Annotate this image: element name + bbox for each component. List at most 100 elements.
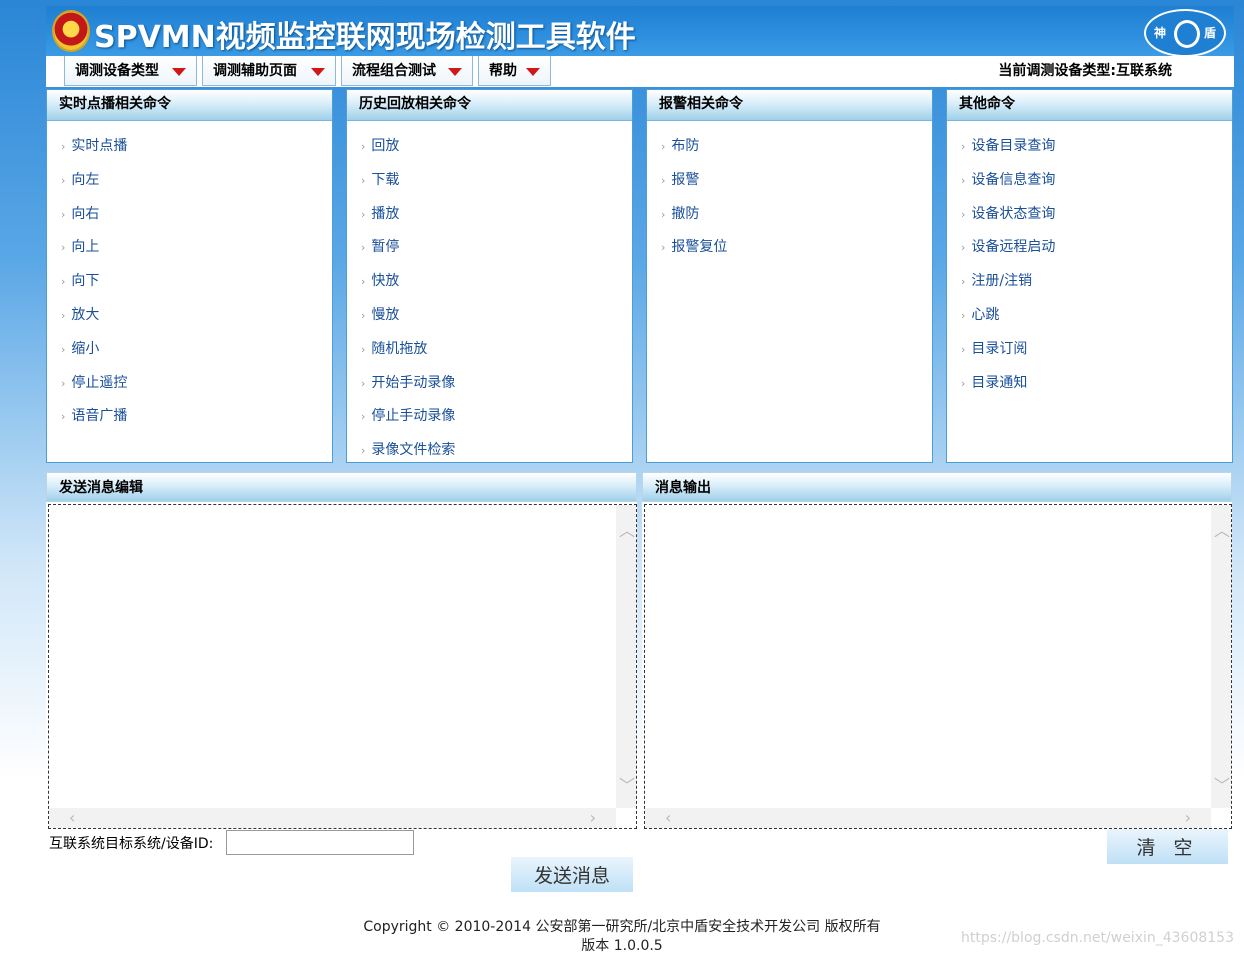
menu-flow-test[interactable]: 流程组合测试 xyxy=(341,56,473,86)
chevron-right-icon: › xyxy=(961,241,966,255)
command-item[interactable]: › 向右 xyxy=(61,203,332,237)
command-label: 设备状态查询 xyxy=(971,205,1056,222)
target-id-input[interactable] xyxy=(226,830,414,855)
output-panel: 消息输出 ︿ ﹀ ‹ › xyxy=(642,472,1232,829)
output-textarea[interactable]: ︿ ﹀ ‹ › xyxy=(644,504,1232,829)
app-header: SPVMN视频监控联网现场检测工具软件 神 盾 xyxy=(46,6,1234,57)
scroll-down-icon[interactable]: ﹀ xyxy=(1214,772,1230,796)
send-editor-panel: 发送消息编辑 ︿ ﹀ ‹ › xyxy=(46,472,637,829)
command-item[interactable]: › 设备信息查询 xyxy=(961,169,1232,203)
panel-title: 其他命令 xyxy=(947,90,1232,121)
panel-title: 报警相关命令 xyxy=(647,90,932,121)
scroll-up-icon[interactable]: ︿ xyxy=(1214,517,1230,541)
chevron-right-icon: › xyxy=(961,207,966,221)
scroll-down-icon[interactable]: ﹀ xyxy=(619,772,635,796)
command-label: 放大 xyxy=(71,306,100,323)
command-list: › 实时点播 › 向左 › 向右 › 向上 › 向下 › 放大 › 缩小 › 停止遥控 › 语音广… xyxy=(47,121,332,439)
logo-text-left: 神 xyxy=(1154,26,1167,40)
chevron-right-icon: › xyxy=(361,308,366,322)
command-item[interactable]: › 布防 xyxy=(661,135,932,169)
command-item[interactable]: › 向左 xyxy=(61,169,332,203)
command-item[interactable]: › 随机拖放 xyxy=(361,338,632,372)
scroll-left-icon[interactable]: ‹ xyxy=(665,808,671,827)
command-label: 心跳 xyxy=(971,306,1000,323)
chevron-right-icon: › xyxy=(961,140,966,153)
command-item[interactable]: › 撤防 xyxy=(661,203,932,237)
command-item[interactable]: › 目录通知 xyxy=(961,372,1232,406)
menu-bar: 调测设备类型 调测辅助页面 流程组合测试 帮助 当前调测设备类型:互联系统 xyxy=(46,56,1234,87)
scroll-right-icon[interactable]: › xyxy=(590,808,596,827)
chevron-right-icon: › xyxy=(661,173,666,187)
clear-button[interactable]: 清空 xyxy=(1107,829,1228,864)
command-item[interactable]: › 设备远程启动 xyxy=(961,236,1232,270)
command-label: 快放 xyxy=(371,273,400,290)
vertical-scrollbar[interactable]: ︿ ﹀ xyxy=(1211,505,1231,808)
command-item[interactable]: › 快放 xyxy=(361,270,632,304)
command-item[interactable]: › 下载 xyxy=(361,169,632,203)
panel-title: 实时点播相关命令 xyxy=(47,90,332,121)
command-item[interactable]: › 慢放 xyxy=(361,304,632,338)
chevron-right-icon: › xyxy=(361,376,366,390)
command-item[interactable]: › 目录订阅 xyxy=(961,338,1232,372)
command-item[interactable]: › 报警复位 xyxy=(661,236,932,270)
command-item[interactable]: › 实时点播 xyxy=(61,135,332,169)
command-item[interactable]: › 录像文件检索 xyxy=(361,439,632,473)
command-item[interactable]: › 报警 xyxy=(661,169,932,203)
command-item[interactable]: › 放大 xyxy=(61,304,332,338)
menu-label: 帮助 xyxy=(489,63,517,79)
chevron-right-icon: › xyxy=(61,376,66,390)
chevron-right-icon: › xyxy=(961,342,966,356)
command-item[interactable]: › 播放 xyxy=(361,203,632,237)
command-label: 设备信息查询 xyxy=(971,171,1056,188)
chevron-right-icon: › xyxy=(961,308,966,322)
command-item[interactable]: › 停止手动录像 xyxy=(361,405,632,439)
chevron-right-icon: › xyxy=(61,342,66,356)
command-item[interactable]: › 开始手动录像 xyxy=(361,372,632,406)
chevron-right-icon: › xyxy=(661,241,666,255)
chevron-right-icon: › xyxy=(661,140,666,153)
send-message-button[interactable]: 发送消息 xyxy=(511,857,633,892)
send-message-textarea[interactable]: ︿ ﹀ ‹ › xyxy=(48,504,637,829)
menu-help[interactable]: 帮助 xyxy=(478,56,551,86)
vertical-scrollbar[interactable]: ︿ ﹀ xyxy=(616,505,636,808)
menu-label: 流程组合测试 xyxy=(352,63,436,79)
chevron-right-icon: › xyxy=(361,444,366,458)
chevron-right-icon: › xyxy=(361,275,366,289)
command-item[interactable]: › 缩小 xyxy=(61,338,332,372)
chevron-right-icon: › xyxy=(961,376,966,390)
command-label: 语音广播 xyxy=(71,408,128,425)
command-item[interactable]: › 暂停 xyxy=(361,236,632,270)
send-editor-title: 发送消息编辑 xyxy=(46,472,637,502)
command-label: 设备远程启动 xyxy=(971,239,1056,256)
command-label: 向上 xyxy=(71,239,100,256)
command-item[interactable]: › 向上 xyxy=(61,236,332,270)
command-label: 目录订阅 xyxy=(971,340,1028,357)
command-item[interactable]: › 回放 xyxy=(361,135,632,169)
scroll-up-icon[interactable]: ︿ xyxy=(619,517,635,541)
command-item[interactable]: › 停止遥控 xyxy=(61,372,332,406)
panel-playback: 历史回放相关命令 › 回放 › 下载 › 播放 › 暂停 › 快放 › 慢放 › 随机拖放 ›… xyxy=(346,89,633,463)
command-label: 报警复位 xyxy=(671,239,728,256)
command-item[interactable]: › 注册/注销 xyxy=(961,270,1232,304)
horizontal-scrollbar[interactable]: ‹ › xyxy=(49,808,616,828)
command-label: 报警 xyxy=(671,171,700,188)
command-label: 录像文件检索 xyxy=(371,442,456,459)
command-item[interactable]: › 语音广播 xyxy=(61,405,332,439)
horizontal-scrollbar[interactable]: ‹ › xyxy=(645,808,1211,828)
command-label: 暂停 xyxy=(371,239,400,256)
scroll-left-icon[interactable]: ‹ xyxy=(69,808,75,827)
chevron-right-icon: › xyxy=(361,410,366,424)
command-item[interactable]: › 设备目录查询 xyxy=(961,135,1232,169)
command-label: 随机拖放 xyxy=(371,340,428,357)
panel-realtime: 实时点播相关命令 › 实时点播 › 向左 › 向右 › 向上 › 向下 › 放大 › 缩小 ›… xyxy=(46,89,333,463)
command-item[interactable]: › 设备状态查询 xyxy=(961,203,1232,237)
command-item[interactable]: › 心跳 xyxy=(961,304,1232,338)
chevron-right-icon: › xyxy=(661,207,666,221)
command-label: 下载 xyxy=(371,171,400,188)
chevron-right-icon: › xyxy=(61,140,66,153)
menu-device-type[interactable]: 调测设备类型 xyxy=(64,56,197,86)
scroll-right-icon[interactable]: › xyxy=(1185,808,1191,827)
menu-assist-pages[interactable]: 调测辅助页面 xyxy=(202,56,336,86)
command-label: 缩小 xyxy=(71,340,100,357)
command-item[interactable]: › 向下 xyxy=(61,270,332,304)
